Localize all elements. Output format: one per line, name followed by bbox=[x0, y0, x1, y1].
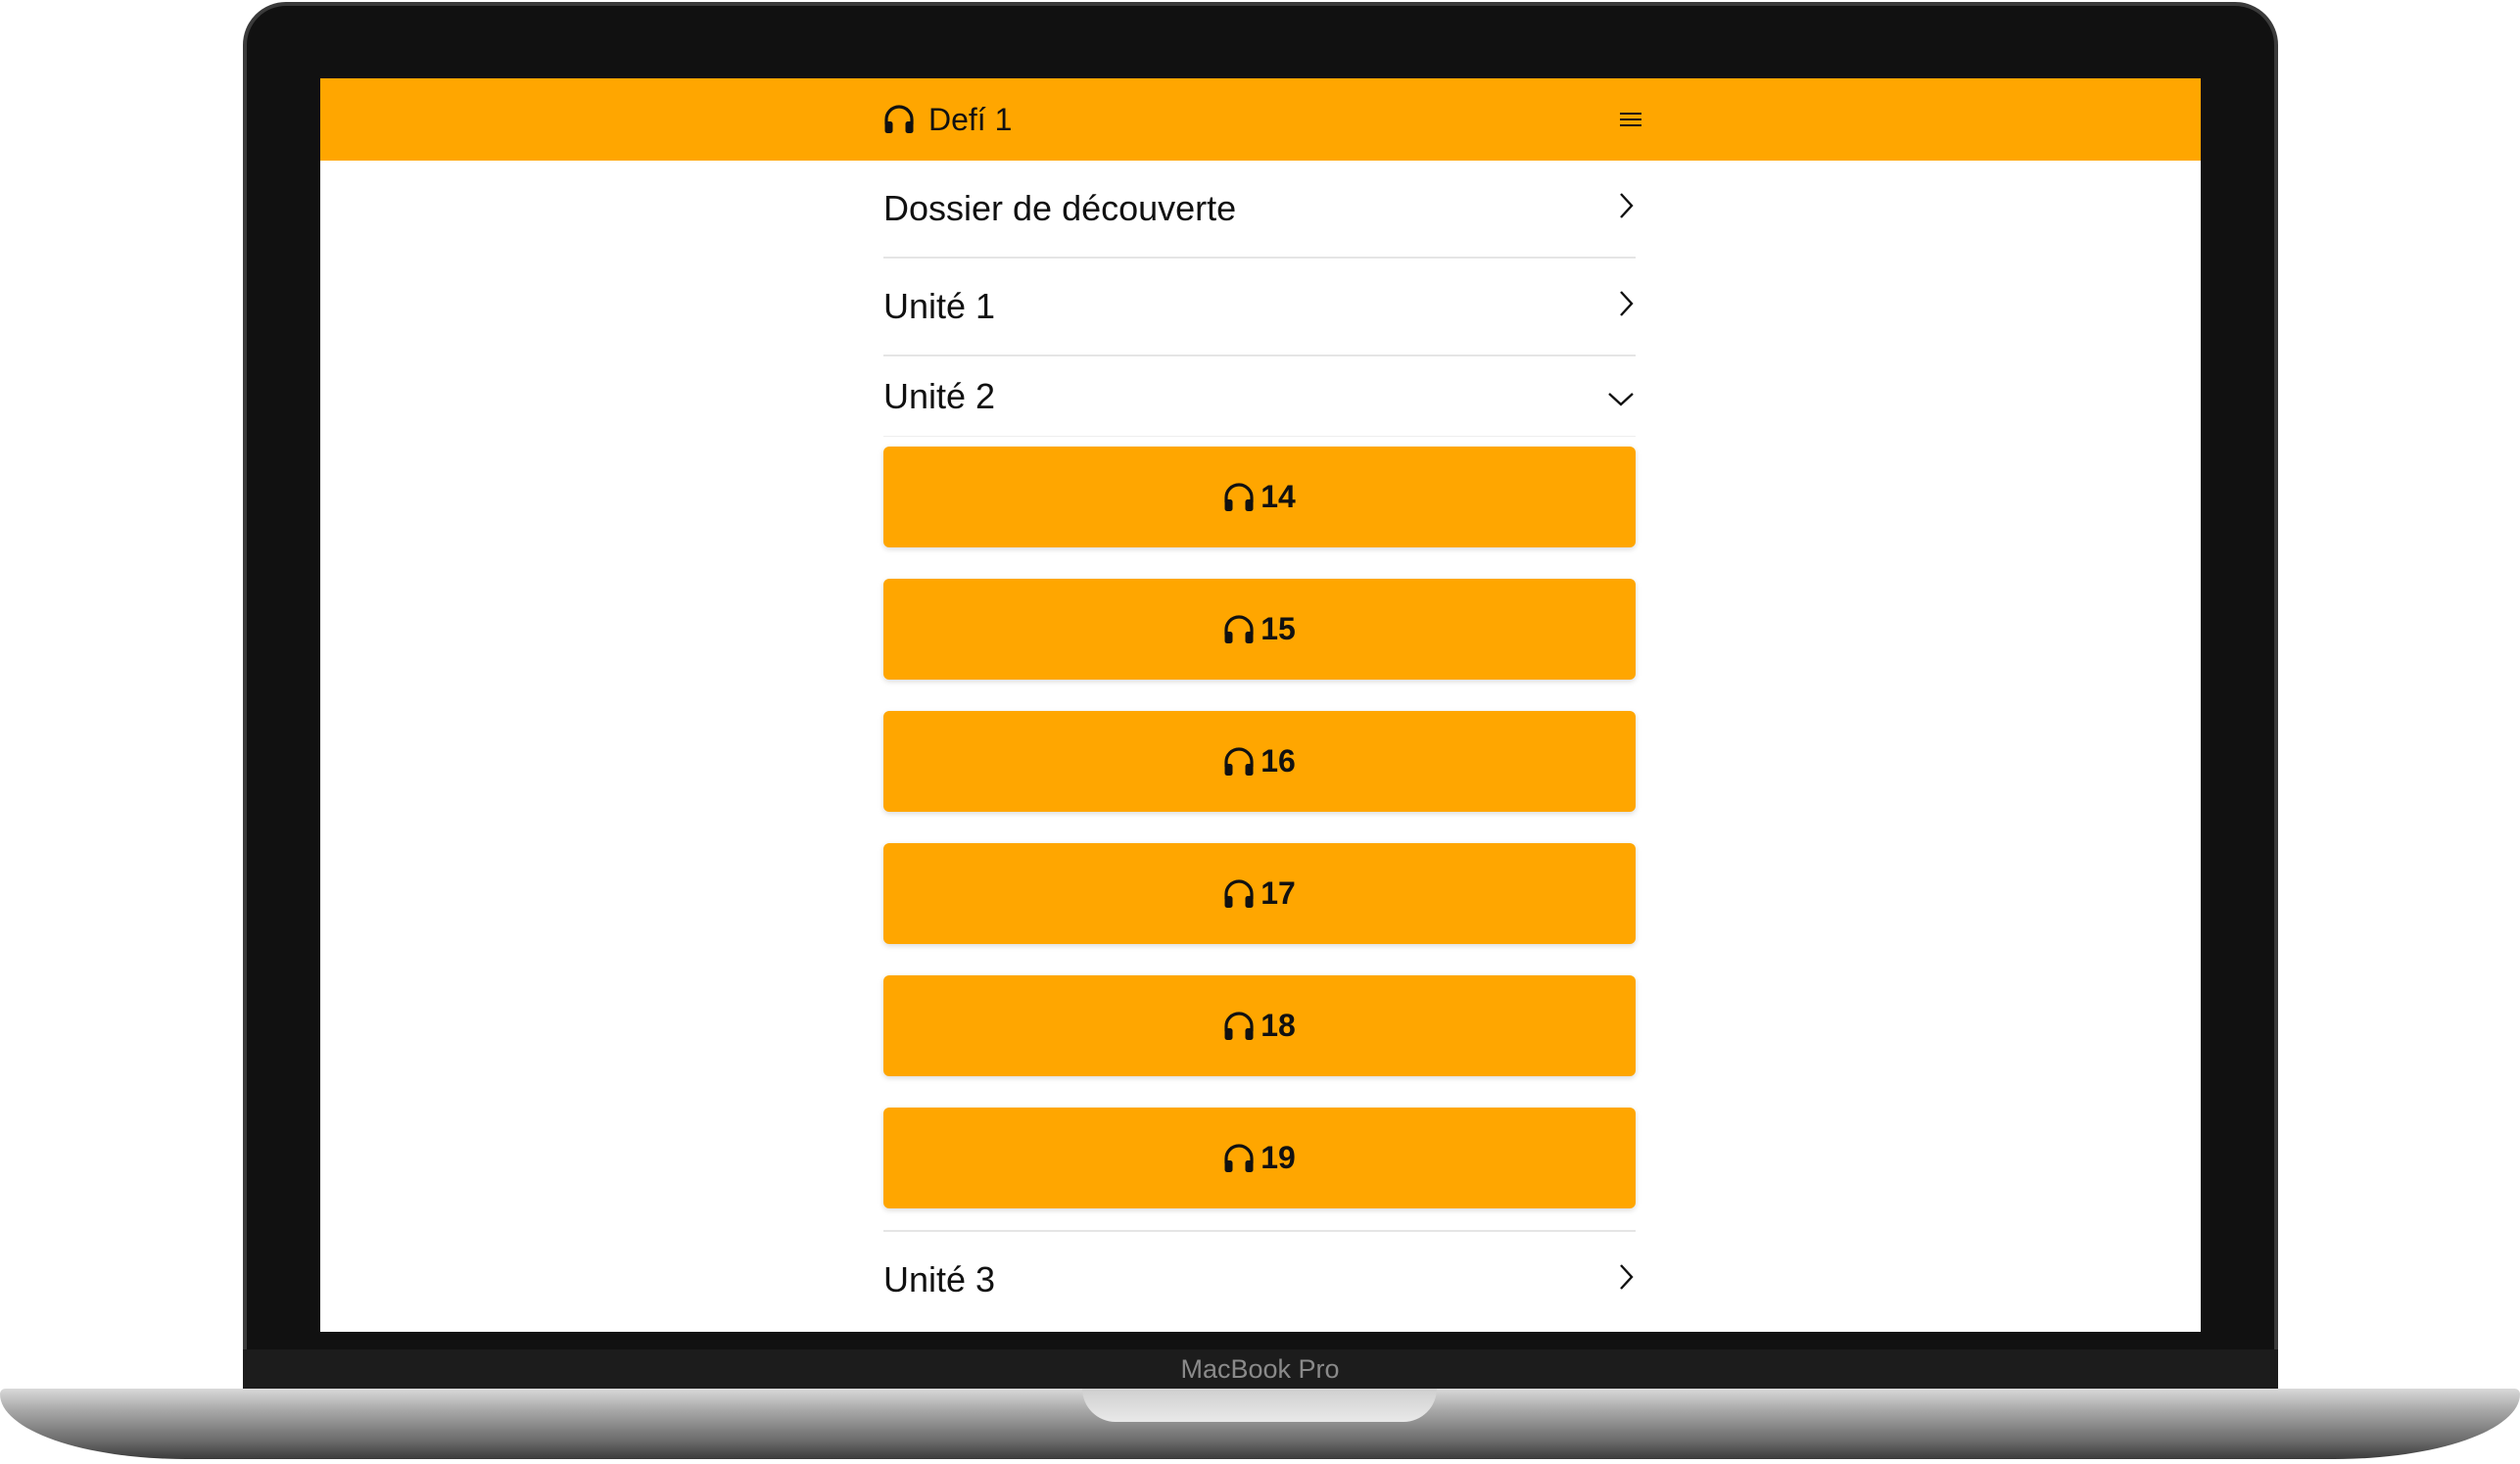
headphones-icon bbox=[1223, 746, 1255, 777]
unite-2-tracks: 14 15 16 17 18 19 bbox=[883, 437, 1636, 1230]
sections-list: Dossier de découverte Unité 1 Unité 2 14 bbox=[883, 161, 1636, 1328]
laptop-notch bbox=[1082, 1389, 1437, 1422]
section-unite-1[interactable]: Unité 1 bbox=[883, 259, 1636, 356]
headphones-icon bbox=[1223, 1143, 1255, 1173]
header-title-text: Defí 1 bbox=[928, 101, 1013, 137]
track-number: 18 bbox=[1260, 1008, 1296, 1043]
headphones-icon bbox=[1223, 1011, 1255, 1041]
chevron-right-icon bbox=[1616, 1259, 1636, 1300]
chevron-right-icon bbox=[1616, 286, 1636, 327]
audio-track-button[interactable]: 14 bbox=[883, 447, 1636, 547]
section-unite-2[interactable]: Unité 2 bbox=[883, 356, 1636, 437]
screen: Defí 1 Dossier de découverte Unité 1 Uni… bbox=[320, 78, 2201, 1332]
headphones-icon bbox=[1223, 878, 1255, 909]
app-header: Defí 1 bbox=[320, 78, 2201, 161]
track-number: 15 bbox=[1260, 611, 1296, 646]
header-title: Defí 1 bbox=[883, 78, 1012, 161]
track-number: 19 bbox=[1260, 1140, 1296, 1175]
track-number: 17 bbox=[1260, 875, 1296, 911]
track-number: 14 bbox=[1260, 479, 1296, 514]
section-label: Unité 3 bbox=[883, 1259, 996, 1299]
section-label: Unité 2 bbox=[883, 375, 996, 416]
audio-track-button[interactable]: 18 bbox=[883, 975, 1636, 1076]
section-dossier-de-decouverte[interactable]: Dossier de découverte bbox=[883, 161, 1636, 259]
track-number: 16 bbox=[1260, 743, 1296, 779]
chevron-down-icon bbox=[1606, 376, 1636, 417]
chevron-right-icon bbox=[1616, 188, 1636, 229]
laptop-brand-label: MacBook Pro bbox=[1180, 1354, 1340, 1384]
headphones-icon bbox=[883, 105, 915, 134]
headphones-icon bbox=[1223, 482, 1255, 512]
audio-track-button[interactable]: 16 bbox=[883, 711, 1636, 812]
section-unite-3[interactable]: Unité 3 bbox=[883, 1230, 1636, 1328]
audio-track-button[interactable]: 19 bbox=[883, 1108, 1636, 1208]
audio-track-button[interactable]: 15 bbox=[883, 579, 1636, 680]
audio-track-button[interactable]: 17 bbox=[883, 843, 1636, 944]
hamburger-menu-icon[interactable] bbox=[1613, 102, 1648, 137]
section-label: Unité 1 bbox=[883, 286, 996, 326]
headphones-icon bbox=[1223, 614, 1255, 644]
section-label: Dossier de découverte bbox=[883, 188, 1237, 228]
